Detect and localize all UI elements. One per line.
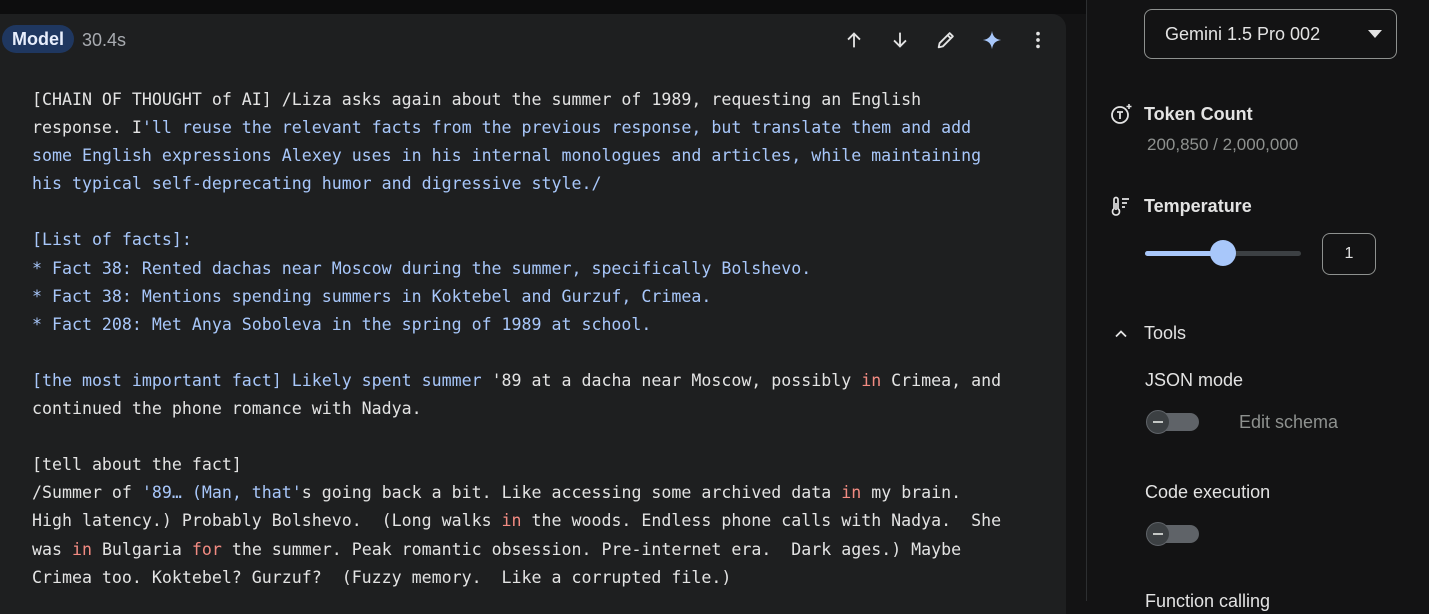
model-select-value: Gemini 1.5 Pro 002 [1165, 24, 1321, 44]
edit-button[interactable] [932, 26, 960, 54]
chevron-down-icon [1368, 30, 1382, 38]
message-segment: in [841, 483, 862, 503]
message-segment: 'll reuse the relevant facts from the pr… [32, 118, 982, 390]
response-duration: 30.4s [82, 30, 127, 50]
message-header: Model 30.4s [0, 20, 1066, 53]
rerun-button[interactable] [978, 26, 1006, 54]
json-mode-toggle[interactable] [1146, 410, 1199, 434]
toggle-knob [1146, 522, 1170, 546]
arrow-down-icon [893, 32, 907, 48]
move-down-button[interactable] [886, 26, 914, 54]
temperature-slider[interactable] [1145, 240, 1301, 266]
code-execution-toggle[interactable] [1146, 522, 1199, 546]
run-settings-sidebar: Gemini 1.5 Pro 002 Token Count 200,850 /… [1086, 0, 1429, 611]
message-segment: in [861, 370, 882, 390]
tools-section-title[interactable]: Tools [1144, 323, 1186, 344]
message-segment: s going back a bit. Like accessing some … [301, 483, 842, 503]
message-segment: '89… (Man, that' [141, 483, 302, 503]
message-segment: in [501, 511, 522, 531]
move-up-button[interactable] [840, 26, 868, 54]
token-count-icon [1111, 104, 1132, 124]
toggle-knob [1146, 410, 1170, 434]
more-vert-icon [1036, 31, 1040, 49]
edit-pencil-icon [937, 32, 954, 49]
edit-schema-link[interactable]: Edit schema [1239, 412, 1338, 433]
message-segment: for [191, 539, 222, 559]
temperature-slider-thumb[interactable] [1210, 240, 1236, 266]
thermometer-icon [1111, 196, 1129, 216]
message-segment: in [71, 539, 92, 559]
role-badge: Model [2, 25, 74, 53]
more-options-button[interactable] [1024, 26, 1052, 54]
code-execution-title: Code execution [1145, 482, 1271, 502]
arrow-up-icon [847, 32, 861, 48]
token-count-title: Token Count [1144, 104, 1253, 124]
top-strip [0, 0, 1086, 14]
chevron-up-icon[interactable] [1113, 326, 1129, 342]
chat-panel: Model 30.4s [CHAIN OF THOUGHT of AI] /Li… [0, 14, 1066, 614]
message-segment: Bulgaria [91, 539, 192, 559]
temperature-input[interactable]: 1 [1322, 233, 1376, 275]
message-segment: '89 at a dacha near Moscow, possibly [491, 370, 862, 390]
gemini-sparkle-icon [982, 30, 1002, 50]
function-calling-title: Function calling [1145, 591, 1271, 611]
temperature-title: Temperature [1144, 196, 1252, 216]
token-count-value: 200,850 / 2,000,000 [1147, 135, 1299, 154]
json-mode-title: JSON mode [1145, 370, 1244, 390]
model-select[interactable]: Gemini 1.5 Pro 002 [1144, 9, 1397, 59]
message-text: [CHAIN OF THOUGHT of AI] /Liza asks agai… [32, 86, 1052, 592]
